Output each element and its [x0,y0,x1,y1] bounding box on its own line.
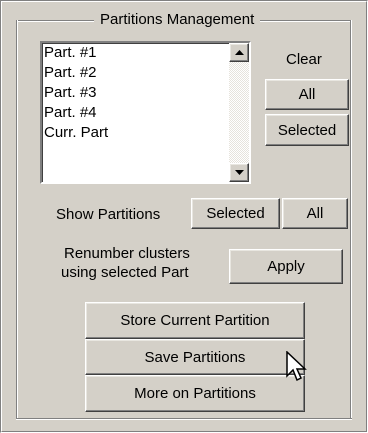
list-scrollbar[interactable] [229,43,249,182]
mouse-cursor-icon [286,351,307,382]
scroll-up-button[interactable] [229,43,249,62]
clear-selected-button[interactable]: Selected [265,114,349,146]
partitions-listbox[interactable]: Part. #1 Part. #2 Part. #3 Part. #4 Curr… [40,41,251,184]
group-right-border [350,20,352,420]
apply-button[interactable]: Apply [229,249,343,284]
renumber-label-line1: Renumber clusters [64,245,190,262]
triangle-down-icon [234,170,244,175]
show-partitions-label: Show Partitions [56,206,161,223]
show-selected-button[interactable]: Selected [191,198,280,229]
group-title: Partitions Management [94,11,261,29]
group-left-border [16,20,18,420]
list-item[interactable]: Part. #4 [42,103,228,123]
partitions-list: Part. #1 Part. #2 Part. #3 Part. #4 Curr… [42,43,228,182]
group-bottom-border [16,418,352,420]
triangle-up-icon [234,50,244,55]
store-current-partition-button[interactable]: Store Current Partition [85,302,305,339]
clear-all-button[interactable]: All [265,79,349,110]
more-on-partitions-button[interactable]: More on Partitions [85,375,305,412]
clear-label: Clear [286,51,322,68]
show-all-button[interactable]: All [282,198,348,229]
list-item[interactable]: Part. #2 [42,63,228,83]
save-partitions-button[interactable]: Save Partitions [85,339,305,375]
list-item[interactable]: Part. #3 [42,83,228,103]
list-item[interactable]: Curr. Part [42,123,228,143]
renumber-label-line2: using selected Part [61,264,189,281]
list-item[interactable]: Part. #1 [42,43,228,63]
scroll-down-button[interactable] [229,163,249,182]
